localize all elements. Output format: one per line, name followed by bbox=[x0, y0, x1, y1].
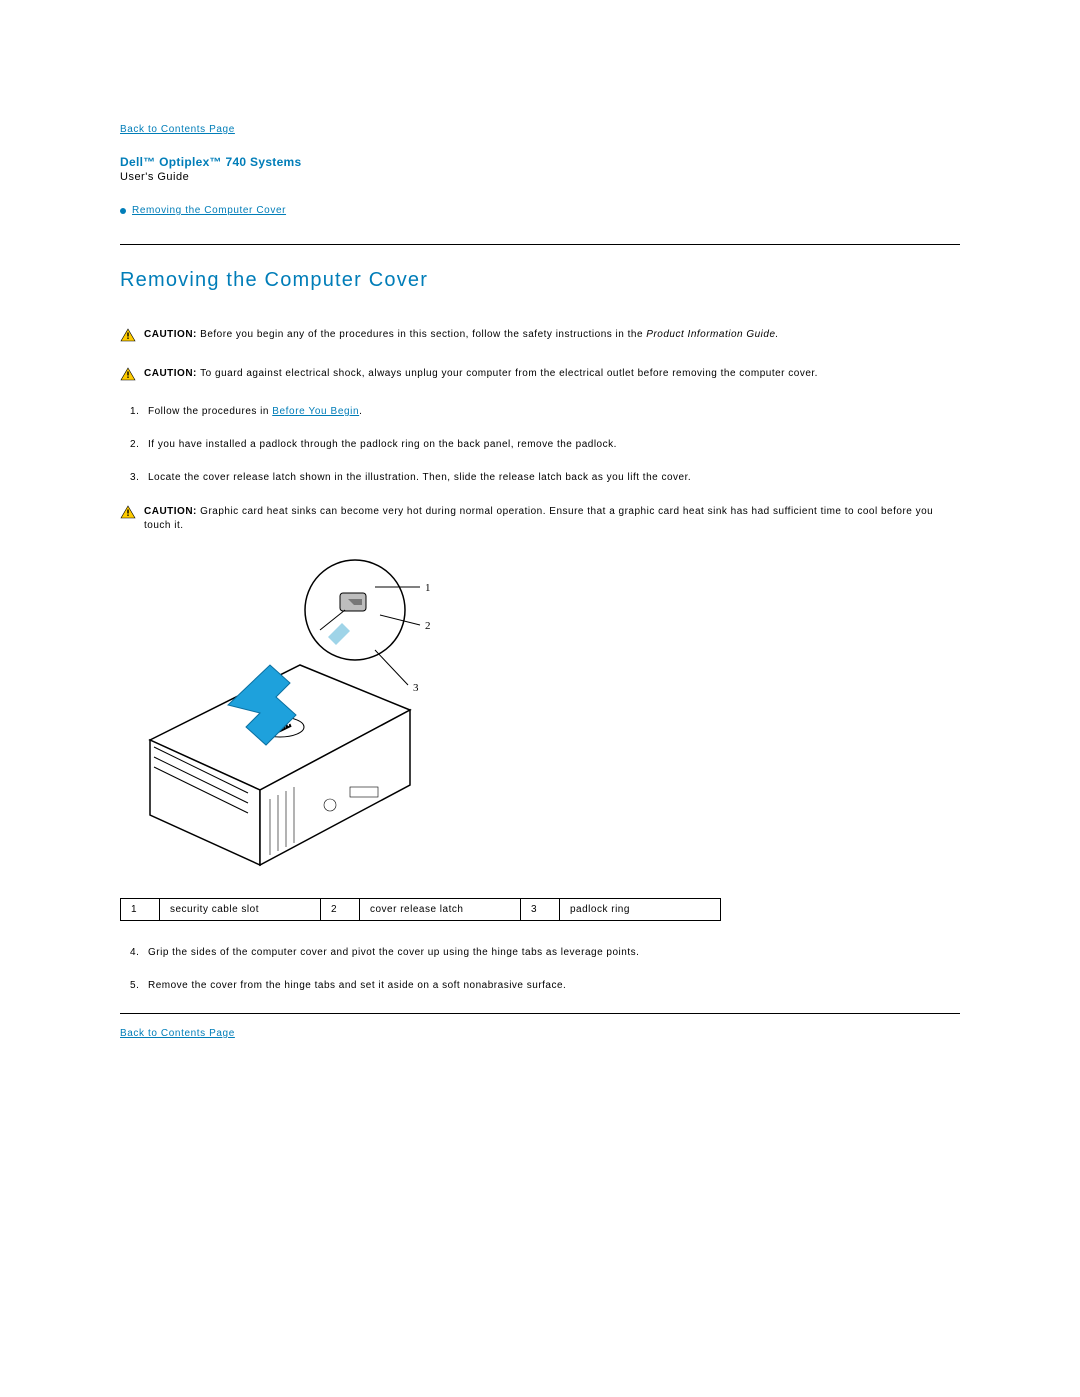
callout-table: 1 security cable slot 2 cover release la… bbox=[120, 898, 721, 921]
divider bbox=[120, 1013, 960, 1014]
callout-label: padlock ring bbox=[560, 899, 721, 921]
divider bbox=[120, 244, 960, 245]
caution-text: To guard against electrical shock, alway… bbox=[200, 368, 818, 379]
step-item: Follow the procedures in Before You Begi… bbox=[120, 406, 960, 417]
section-heading: Removing the Computer Cover bbox=[120, 269, 960, 292]
computer-cover-illustration: 1 2 3 bbox=[120, 555, 960, 878]
step-item: If you have installed a padlock through … bbox=[120, 439, 960, 450]
toc-removing-cover-link[interactable]: Removing the Computer Cover bbox=[132, 205, 286, 216]
step-text: . bbox=[359, 406, 362, 417]
caution-text: Before you begin any of the procedures i… bbox=[200, 329, 646, 340]
callout-label: cover release latch bbox=[360, 899, 521, 921]
caution-icon bbox=[120, 505, 136, 522]
callout-num: 2 bbox=[321, 899, 360, 921]
callout-num: 1 bbox=[121, 899, 160, 921]
caution-text-italic: Product Information Guide. bbox=[646, 329, 779, 340]
step-text: Follow the procedures in bbox=[148, 406, 272, 417]
step-item: Grip the sides of the computer cover and… bbox=[120, 947, 960, 958]
callout-number: 2 bbox=[425, 620, 431, 632]
caution-block: CAUTION: Before you begin any of the pro… bbox=[120, 328, 960, 345]
step-item: Remove the cover from the hinge tabs and… bbox=[120, 980, 960, 991]
caution-label: CAUTION: bbox=[144, 506, 200, 517]
caution-label: CAUTION: bbox=[144, 368, 200, 379]
bullet-icon bbox=[120, 208, 126, 214]
caution-text: Graphic card heat sinks can become very … bbox=[144, 506, 933, 531]
before-you-begin-link[interactable]: Before You Begin bbox=[272, 406, 359, 417]
caution-label: CAUTION: bbox=[144, 329, 200, 340]
product-title: Dell™ Optiplex™ 740 Systems bbox=[120, 155, 960, 169]
step-item: Locate the cover release latch shown in … bbox=[120, 472, 960, 483]
callout-number: 3 bbox=[413, 682, 419, 694]
caution-icon bbox=[120, 328, 136, 345]
callout-label: security cable slot bbox=[160, 899, 321, 921]
callout-number: 1 bbox=[425, 582, 431, 594]
back-to-contents-top-link[interactable]: Back to Contents Page bbox=[120, 124, 235, 135]
callout-num: 3 bbox=[521, 899, 560, 921]
caution-block: CAUTION: To guard against electrical sho… bbox=[120, 367, 960, 384]
table-row: 1 security cable slot 2 cover release la… bbox=[121, 899, 721, 921]
product-subtitle: User's Guide bbox=[120, 171, 960, 183]
back-to-contents-bottom-link[interactable]: Back to Contents Page bbox=[120, 1028, 235, 1039]
caution-icon bbox=[120, 367, 136, 384]
caution-block: CAUTION: Graphic card heat sinks can bec… bbox=[120, 505, 960, 533]
